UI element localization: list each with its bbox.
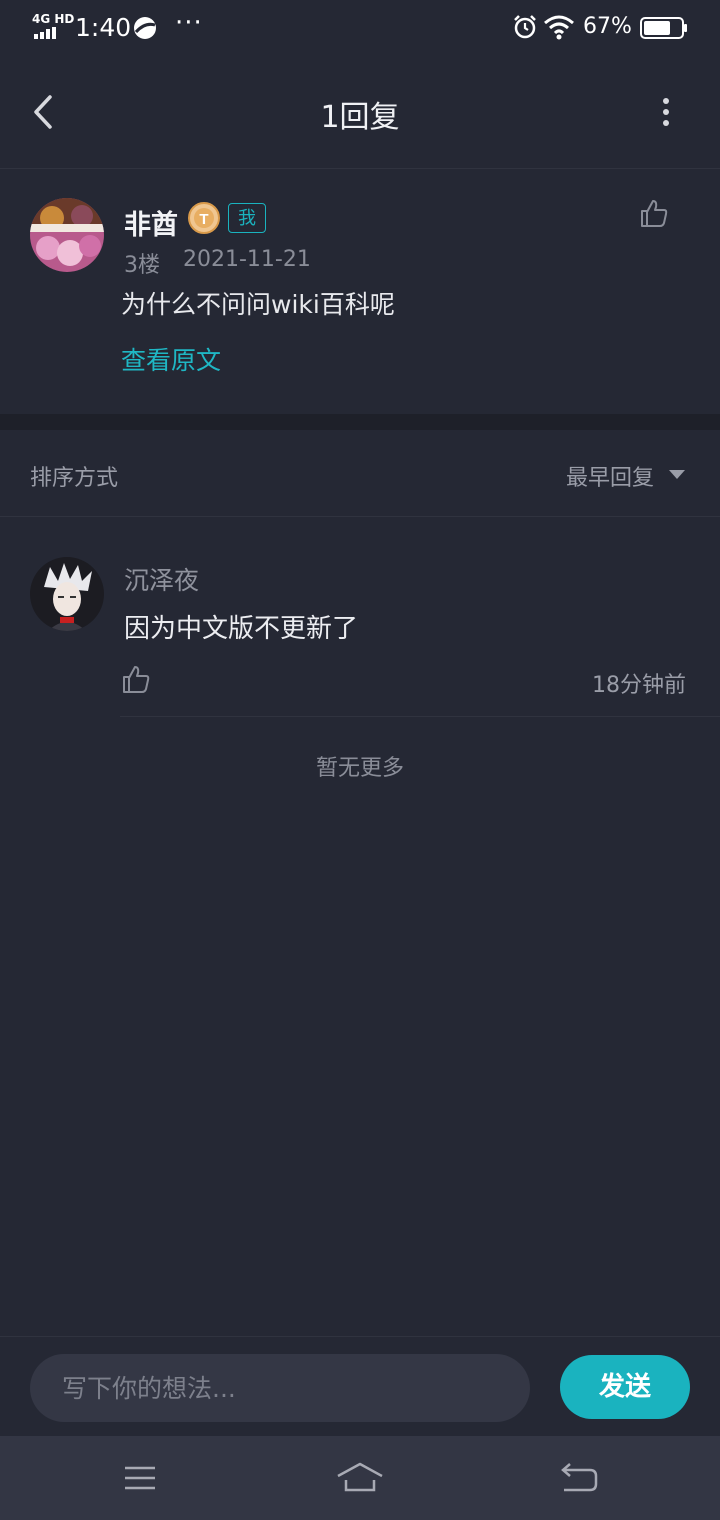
alarm-icon xyxy=(514,15,536,39)
network-indicator: 4G HD xyxy=(32,12,75,26)
reply-divider xyxy=(120,716,720,717)
top-app-bar: 1回复 xyxy=(0,56,720,169)
svg-text:T: T xyxy=(199,211,208,228)
send-button[interactable]: 发送 xyxy=(560,1355,690,1419)
original-comment: 非酋 T 我 3楼 2021-11-21 为什么不问问wiki百科呢 查看原文 xyxy=(0,169,720,414)
thumbs-up-icon[interactable] xyxy=(638,197,670,229)
page-title: 1回复 xyxy=(320,100,400,135)
system-nav-bar xyxy=(0,1436,720,1520)
caret-down-icon[interactable] xyxy=(668,468,686,480)
menu-icon[interactable] xyxy=(121,1458,159,1498)
avatar[interactable] xyxy=(30,557,104,631)
level-badge-icon: T xyxy=(188,202,220,234)
sort-dropdown[interactable]: 最早回复 xyxy=(566,460,654,492)
signal-icon xyxy=(34,27,56,39)
more-notifications-icon: ··· xyxy=(175,8,203,38)
thumbs-up-icon[interactable] xyxy=(120,663,152,695)
reply-text: 因为中文版不更新了 xyxy=(124,614,359,644)
floor-number: 3楼 xyxy=(124,253,160,278)
comment-input[interactable] xyxy=(30,1354,530,1422)
avatar[interactable] xyxy=(30,198,104,272)
view-original-link[interactable]: 查看原文 xyxy=(121,341,221,377)
status-time: 1:40 xyxy=(75,13,132,42)
home-icon[interactable] xyxy=(335,1458,385,1498)
comment-input-bar: 发送 xyxy=(0,1336,720,1437)
reply-time: 18分钟前 xyxy=(592,673,686,698)
section-divider xyxy=(0,414,720,430)
app-notification-icon xyxy=(134,17,156,39)
reply-item: 沉泽夜 因为中文版不更新了 18分钟前 xyxy=(0,517,720,717)
status-bar: 4G HD 1:40 ··· 67% xyxy=(0,0,720,56)
username[interactable]: 非酋 xyxy=(124,203,178,242)
no-more-text: 暂无更多 xyxy=(315,756,404,781)
reply-username[interactable]: 沉泽夜 xyxy=(124,561,199,597)
more-options-icon[interactable] xyxy=(652,96,680,128)
battery-icon xyxy=(640,17,687,39)
wifi-icon xyxy=(544,15,574,40)
sort-bar: 排序方式 最早回复 xyxy=(0,430,720,517)
me-tag: 我 xyxy=(228,203,266,233)
sort-label: 排序方式 xyxy=(30,466,119,491)
comment-text: 为什么不问问wiki百科呢 xyxy=(121,290,395,319)
back-icon[interactable] xyxy=(558,1458,600,1498)
comment-date: 2021-11-21 xyxy=(183,247,311,272)
battery-percent: 67% xyxy=(583,14,632,39)
